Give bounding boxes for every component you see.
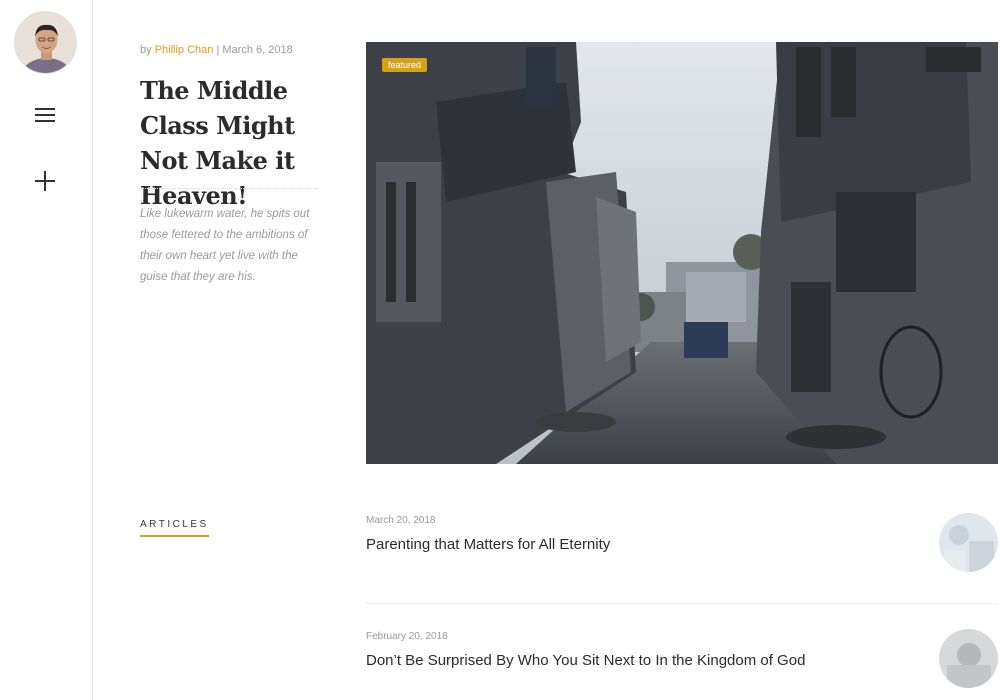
- thumbnail-image: [939, 629, 998, 688]
- thumbnail-image: [939, 513, 998, 572]
- by-label: by: [140, 44, 152, 56]
- featured-badge: featured: [382, 58, 428, 72]
- avatar-icon: [15, 12, 76, 73]
- hamburger-menu-icon[interactable]: [35, 108, 55, 124]
- featured-post-excerpt: Like lukewarm water, he spits out those …: [140, 208, 310, 283]
- article-thumbnail[interactable]: [939, 629, 998, 688]
- plus-icon[interactable]: [35, 171, 55, 191]
- article-date: February 20, 2018: [366, 631, 448, 642]
- user-avatar[interactable]: [14, 11, 77, 74]
- featured-post-title[interactable]: The Middle Class Might Not Make it Heave…: [140, 73, 330, 213]
- article-divider: [366, 603, 998, 604]
- left-rail: [0, 0, 93, 700]
- article-thumbnail[interactable]: [939, 513, 998, 572]
- title-divider: [140, 188, 318, 189]
- author-link[interactable]: Phillip Chan: [155, 44, 214, 56]
- street-photo: [366, 42, 998, 464]
- tab-articles[interactable]: ARTICLES: [140, 519, 209, 537]
- article-date: March 20, 2018: [366, 515, 436, 526]
- list-item[interactable]: March 20, 2018 Parenting that Matters fo…: [366, 513, 998, 572]
- meta-separator: |: [216, 44, 220, 56]
- post-meta: by Phillip Chan | March 6, 2018: [140, 44, 293, 56]
- post-date: March 6, 2018: [222, 44, 293, 56]
- list-item[interactable]: February 20, 2018 Don’t Be Surprised By …: [366, 629, 998, 688]
- article-title[interactable]: Parenting that Matters for All Eternity: [366, 536, 998, 553]
- article-title[interactable]: Don’t Be Surprised By Who You Sit Next t…: [366, 652, 998, 669]
- featured-post-image[interactable]: featured: [366, 42, 998, 464]
